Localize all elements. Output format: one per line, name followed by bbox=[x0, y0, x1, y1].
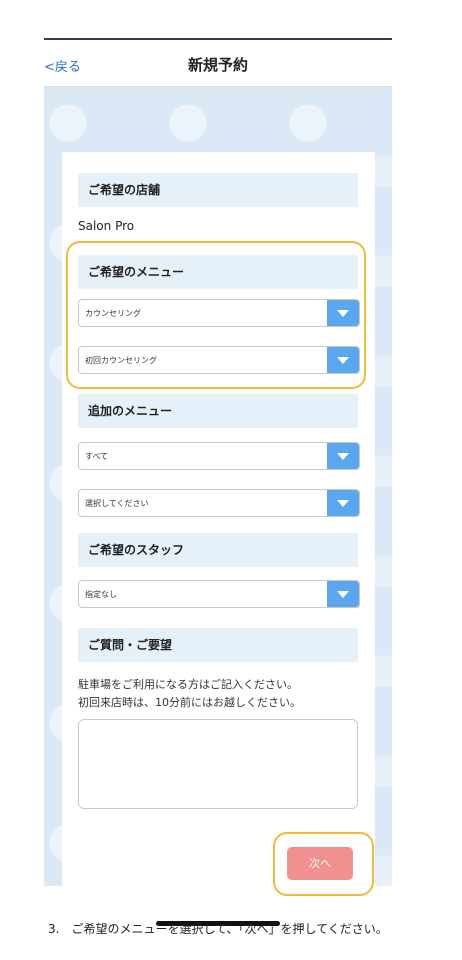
menu-highlight-box bbox=[66, 241, 366, 389]
additional-select-item-value: 選択してください bbox=[85, 499, 149, 508]
staff-section-header: ご希望のスタッフ bbox=[78, 533, 358, 567]
additional-menu-header: 追加のメニュー bbox=[78, 394, 358, 428]
chevron-down-icon bbox=[327, 443, 359, 469]
questions-note-line-2: 初回来店時は、10分前にはお越しください。 bbox=[78, 696, 301, 709]
nav-bar: <戻る 新規予約 bbox=[44, 40, 392, 87]
additional-select-category-value: すべて bbox=[85, 452, 109, 461]
next-button[interactable]: 次へ bbox=[287, 847, 353, 880]
instruction-caption: 3. ご希望のメニューを選択して、「次へ」を押してください。 bbox=[48, 922, 388, 936]
page-title: 新規予約 bbox=[187, 56, 248, 74]
staff-select-value: 指定なし bbox=[85, 590, 117, 599]
staff-select[interactable]: 指定なし bbox=[78, 580, 360, 608]
store-name: Salon Pro bbox=[78, 219, 135, 233]
store-section-header: ご希望の店舗 bbox=[78, 173, 358, 207]
questions-textarea[interactable] bbox=[78, 719, 358, 809]
patterned-background: ご希望の店舗 Salon Pro ご希望のメニュー カウンセリング 初回カウンセ… bbox=[44, 87, 392, 926]
questions-section-header: ご質問・ご要望 bbox=[78, 628, 358, 662]
phone-screen: <戻る 新規予約 ご希望の店舗 Salon Pro ご希望のメニュー カウンセリ… bbox=[44, 38, 392, 926]
additional-menu-select-category[interactable]: すべて bbox=[78, 442, 360, 470]
additional-menu-select-item[interactable]: 選択してください bbox=[78, 489, 360, 517]
chevron-down-icon bbox=[327, 490, 359, 516]
chevron-down-icon bbox=[327, 581, 359, 607]
questions-note-line-1: 駐車場をご利用になる方はご記入ください。 bbox=[78, 678, 298, 691]
